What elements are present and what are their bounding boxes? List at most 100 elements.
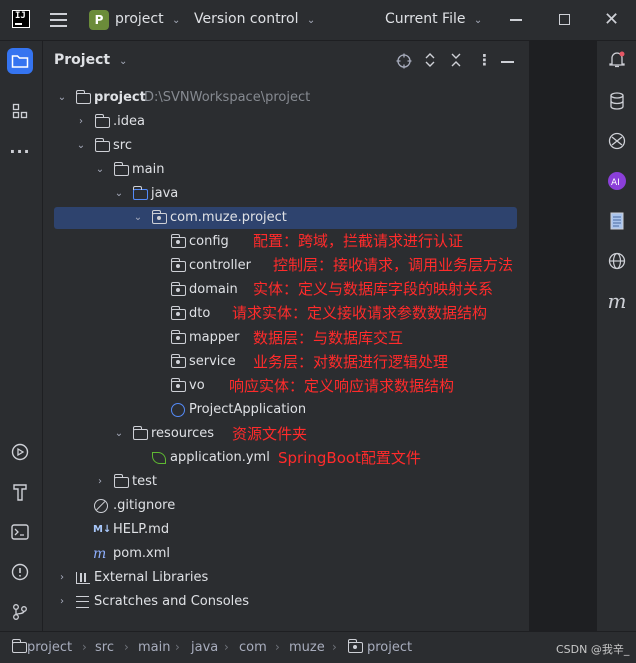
terminal-icon[interactable]	[7, 519, 33, 545]
chevron-right-icon: ›	[224, 640, 229, 654]
chevron-right-icon: ›	[82, 640, 87, 654]
tree-node-label: domain	[189, 282, 238, 297]
tree-node-label: service	[189, 354, 236, 369]
tree-node-label: HELP.md	[113, 522, 170, 537]
chevron-down-icon: ⌄	[473, 15, 483, 26]
maven-icon: m	[93, 546, 107, 562]
chevron-right-icon: ›	[79, 116, 83, 127]
tree-node-label: .idea	[113, 114, 145, 129]
tree-node-label: ProjectApplication	[189, 402, 307, 417]
chevron-right-icon: ›	[175, 640, 180, 654]
tree-node-label: com.muze.project	[170, 210, 287, 225]
breadcrumb-muze[interactable]: muze	[289, 640, 325, 655]
maximize-button[interactable]	[559, 14, 570, 25]
breadcrumb-project-package[interactable]: project	[367, 640, 412, 655]
annotation-controller: 控制层：接收请求，调用业务层方法	[273, 256, 514, 274]
maven-tool-icon[interactable]: m	[604, 288, 630, 314]
tree-node-label: Scratches and Consoles	[94, 594, 250, 609]
build-hammer-icon[interactable]	[7, 479, 33, 505]
document-icon[interactable]	[604, 208, 630, 234]
hide-panel-icon[interactable]	[501, 61, 514, 63]
run-config-label: Current File	[385, 11, 466, 27]
status-bar: project › src › main › java › com › muze…	[0, 631, 636, 663]
chevron-down-icon: ⌄	[114, 188, 124, 199]
folder-icon	[113, 474, 129, 488]
ai-assistant-icon[interactable]: AI	[604, 168, 630, 194]
collapse-all-icon[interactable]	[450, 52, 462, 72]
globe-icon[interactable]	[604, 248, 630, 274]
project-path: D:\SVNWorkspace\project	[144, 90, 311, 105]
tree-node-label: .gitignore	[113, 498, 176, 513]
breadcrumb-com[interactable]: com	[239, 640, 267, 655]
spring-leaf-icon	[152, 452, 166, 464]
database-icon[interactable]	[604, 88, 630, 114]
breadcrumb-src[interactable]: src	[95, 640, 114, 655]
close-button[interactable]: ✕	[604, 9, 619, 30]
package-icon	[170, 306, 186, 320]
markdown-icon: M↓	[93, 524, 112, 535]
options-kebab-icon[interactable]: ⋮	[477, 51, 492, 69]
package-icon	[170, 354, 186, 368]
tree-node-label: main	[132, 162, 165, 177]
chevron-right-icon: ›	[332, 640, 337, 654]
folder-icon	[11, 55, 29, 68]
tree-node-label: application.yml	[170, 450, 270, 465]
source-folder-icon	[132, 186, 148, 200]
resources-folder-icon	[132, 426, 148, 440]
panel-title: Project	[54, 52, 111, 68]
left-tool-strip: ···	[0, 41, 43, 631]
ignore-file-icon	[94, 499, 108, 513]
tree-node-label: project	[94, 90, 146, 105]
chevron-right-icon: ›	[124, 640, 129, 654]
annotation-resources: 资源文件夹	[232, 425, 308, 443]
structure-icon	[12, 103, 28, 119]
annotation-config: 配置：跨域，拦截请求进行认证	[253, 232, 464, 250]
folder-icon	[94, 138, 110, 152]
editor-area	[530, 41, 596, 631]
package-icon	[170, 234, 186, 248]
tree-node-label: config	[189, 234, 229, 249]
structure-tool-button[interactable]	[7, 98, 33, 124]
package-icon	[170, 378, 186, 392]
right-tool-strip: AI m	[596, 41, 636, 631]
chevron-down-icon: ⌄	[306, 15, 316, 26]
hamburger-menu-icon[interactable]	[50, 12, 68, 28]
package-icon	[170, 330, 186, 344]
folder-icon	[94, 114, 110, 128]
project-panel-header[interactable]: Project ⌄	[54, 52, 127, 68]
version-control-menu[interactable]: Version control ⌄	[194, 11, 315, 27]
mybatis-plugin-icon[interactable]	[604, 128, 630, 154]
package-icon	[347, 639, 363, 653]
tree-node-label: External Libraries	[94, 570, 209, 585]
tree-node-label: dto	[189, 306, 211, 321]
minimize-button[interactable]	[510, 19, 522, 21]
locate-target-icon[interactable]	[396, 53, 412, 73]
expand-all-icon[interactable]	[424, 52, 436, 72]
chevron-down-icon: ⌄	[76, 140, 86, 151]
breadcrumb-java[interactable]: java	[191, 640, 218, 655]
notifications-bell-icon[interactable]	[604, 47, 630, 73]
breadcrumb-project[interactable]: project	[27, 640, 72, 655]
intellij-logo-icon[interactable]: IJ	[12, 10, 30, 28]
svg-text:AI: AI	[611, 178, 620, 188]
tree-node-label: pom.xml	[113, 546, 170, 561]
run-config-selector[interactable]: Current File ⌄	[385, 11, 482, 27]
git-branch-icon[interactable]	[7, 599, 33, 625]
chevron-down-icon: ⌄	[114, 428, 124, 439]
tree-node-label: java	[151, 186, 179, 201]
chevron-down-icon: ⌄	[95, 164, 105, 175]
watermark: CSDN @我辛_	[556, 643, 630, 656]
services-run-icon[interactable]	[7, 439, 33, 465]
annotation-application-yml: SpringBoot配置文件	[278, 449, 421, 467]
package-icon	[170, 258, 186, 272]
problems-icon[interactable]	[7, 559, 33, 585]
project-switcher[interactable]: project ⌄	[115, 11, 180, 27]
project-tool-button[interactable]	[7, 48, 33, 74]
tree-node-label: test	[132, 474, 157, 489]
annotation-mapper: 数据层：与数据库交互	[253, 329, 404, 347]
project-badge[interactable]: P	[89, 10, 109, 30]
more-tools-icon[interactable]: ···	[7, 138, 33, 164]
annotation-vo: 响应实体：定义响应请求数据结构	[229, 377, 455, 395]
breadcrumb-main[interactable]: main	[138, 640, 170, 655]
annotation-dto: 请求实体：定义接收请求参数数据结构	[232, 304, 488, 322]
